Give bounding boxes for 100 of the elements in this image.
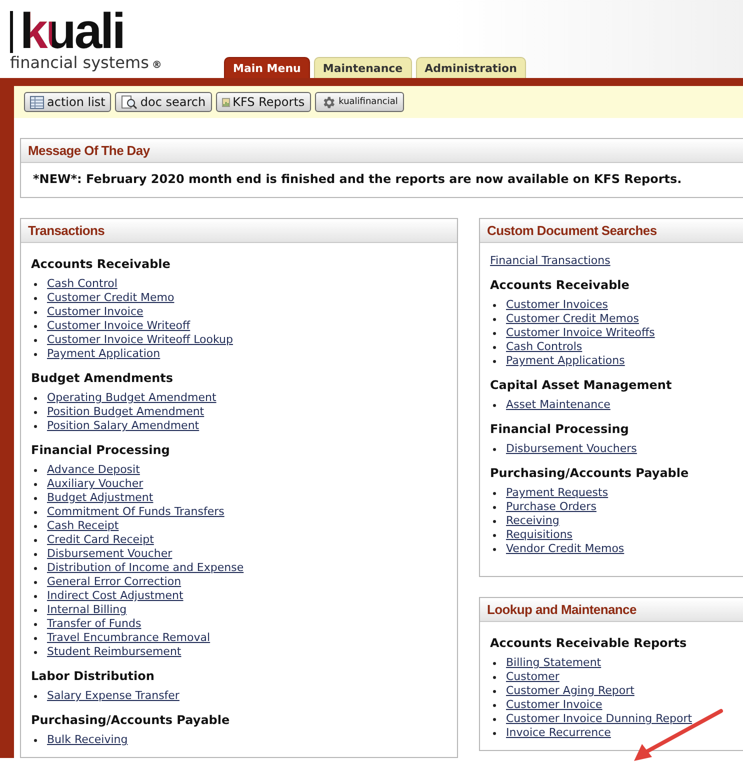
menu-link[interactable]: Customer Credit Memo <box>47 291 174 304</box>
bullet <box>34 325 37 328</box>
menu-link[interactable]: Transfer of Funds <box>47 617 142 630</box>
section-heading: Financial Processing <box>490 422 630 436</box>
menu-link[interactable]: Customer Credit Memos <box>506 312 639 325</box>
bullet <box>34 609 37 612</box>
toolbar-button[interactable]: KFS Reports <box>216 92 311 112</box>
menu-link[interactable]: Budget Adjustment <box>47 491 154 504</box>
menu-link[interactable]: Purchase Orders <box>506 500 596 513</box>
section-heading: Budget Amendments <box>31 371 174 385</box>
section-heading: Purchasing/Accounts Payable <box>490 466 690 480</box>
menu-link[interactable]: Cash Control <box>47 277 118 290</box>
kuali-logo: kuali financial systems ® <box>0 3 224 78</box>
nav-tab[interactable]: Maintenance <box>314 57 412 78</box>
bullet <box>34 623 37 626</box>
menu-link[interactable]: Travel Encumbrance Removal <box>47 631 210 644</box>
menu-link[interactable]: Asset Maintenance <box>506 398 610 411</box>
menu-link[interactable]: Customer Invoice Dunning Report <box>506 712 692 725</box>
menu-link[interactable]: Payment Application <box>47 347 160 360</box>
section-heading: Accounts Receivable <box>31 257 172 271</box>
bullet <box>493 360 496 363</box>
menu-link[interactable]: Invoice Recurrence <box>506 726 611 739</box>
menu-link[interactable]: Student Reimbursement <box>47 645 182 658</box>
menu-link[interactable]: Customer <box>506 670 560 683</box>
bullet <box>493 492 496 495</box>
menu-link[interactable]: Payment Applications <box>506 354 625 367</box>
menu-link[interactable]: Position Budget Amendment <box>47 405 204 418</box>
bullet <box>34 469 37 472</box>
panel-title: Custom Document Searches <box>480 219 743 243</box>
menu-link[interactable]: Disbursement Vouchers <box>506 442 637 455</box>
menu-link[interactable]: General Error Correction <box>47 575 182 588</box>
menu-link[interactable]: Customer Aging Report <box>506 684 634 697</box>
section-heading: Labor Distribution <box>31 669 156 683</box>
bullet <box>34 511 37 514</box>
bullet <box>493 548 496 551</box>
bullet <box>493 404 496 407</box>
bullet <box>493 732 496 735</box>
toolbar-button[interactable]: kualifinancial <box>314 92 404 112</box>
bullet <box>34 397 37 400</box>
bullet <box>34 553 37 556</box>
section-heading: Purchasing/Accounts Payable <box>31 713 231 727</box>
panel-title: Transactions <box>21 219 457 243</box>
bullet <box>34 283 37 286</box>
menu-link[interactable]: Cash Controls <box>506 340 582 353</box>
menu-link[interactable]: Salary Expense Transfer <box>47 689 180 702</box>
toolbar-button[interactable]: doc search <box>115 92 212 112</box>
menu-link[interactable]: Customer Invoices <box>506 298 608 311</box>
bullet <box>493 506 496 509</box>
bullet <box>493 318 496 321</box>
panel-title: Lookup and Maintenance <box>480 598 743 622</box>
menu-link[interactable]: Distribution of Income and Expense <box>47 561 244 574</box>
bullet <box>34 411 37 414</box>
panel-title: Message Of The Day <box>21 139 743 163</box>
menu-link[interactable]: Credit Card Receipt <box>47 533 154 546</box>
menu-link[interactable]: Customer Invoice Writeoff <box>47 319 190 332</box>
section-heading: Capital Asset Management <box>490 378 673 392</box>
menu-link[interactable]: Indirect Cost Adjustment <box>47 589 184 602</box>
menu-link[interactable]: Billing Statement <box>506 656 602 669</box>
bullet <box>34 497 37 500</box>
bullet <box>34 539 37 542</box>
menu-link[interactable]: Receiving <box>506 514 560 527</box>
bullet <box>34 311 37 314</box>
menu-link[interactable]: Customer Invoice <box>506 698 602 711</box>
bullet <box>493 662 496 665</box>
bullet <box>493 448 496 451</box>
menu-link[interactable]: Financial Transactions <box>490 254 610 267</box>
bullet <box>34 483 37 486</box>
menu-link[interactable]: Payment Requests <box>506 486 608 499</box>
bullet <box>493 718 496 721</box>
bullet <box>34 637 37 640</box>
menu-link[interactable]: Auxiliary Voucher <box>47 477 144 490</box>
bullet <box>34 425 37 428</box>
menu-link[interactable]: Position Salary Amendment <box>47 419 200 432</box>
menu-link[interactable]: Internal Billing <box>47 603 127 616</box>
bullet <box>493 704 496 707</box>
menu-link[interactable]: Customer Invoice Writeoffs <box>506 326 655 339</box>
menu-link[interactable]: Bulk Receiving <box>47 733 128 746</box>
bullet <box>34 581 37 584</box>
bullet <box>34 651 37 654</box>
menu-link[interactable]: Customer Invoice Writeoff Lookup <box>47 333 233 346</box>
section-heading: Accounts Receivable <box>490 278 630 292</box>
menu-link[interactable]: Commitment Of Funds Transfers <box>47 505 224 518</box>
menu-link[interactable]: Operating Budget Amendment <box>47 391 216 404</box>
nav-tab[interactable]: Administration <box>416 57 526 78</box>
menu-link[interactable]: Cash Receipt <box>47 519 119 532</box>
nav-tab[interactable]: Main Menu <box>224 57 310 78</box>
menu-link[interactable]: Requisitions <box>506 528 573 541</box>
bullet <box>493 534 496 537</box>
document-search-icon <box>121 94 138 110</box>
menu-link[interactable]: Customer Invoice <box>47 305 144 318</box>
toolbar-button[interactable]: action list <box>24 92 112 112</box>
report-icon <box>222 98 230 106</box>
menu-link[interactable]: Disbursement Voucher <box>47 547 172 560</box>
table-icon <box>30 96 44 108</box>
bullet <box>34 739 37 742</box>
menu-link[interactable]: Vendor Credit Memos <box>506 542 624 555</box>
menu-link[interactable]: Advance Deposit <box>47 463 140 476</box>
bullet <box>493 332 496 335</box>
bullet <box>34 567 37 570</box>
bullet <box>493 676 496 679</box>
